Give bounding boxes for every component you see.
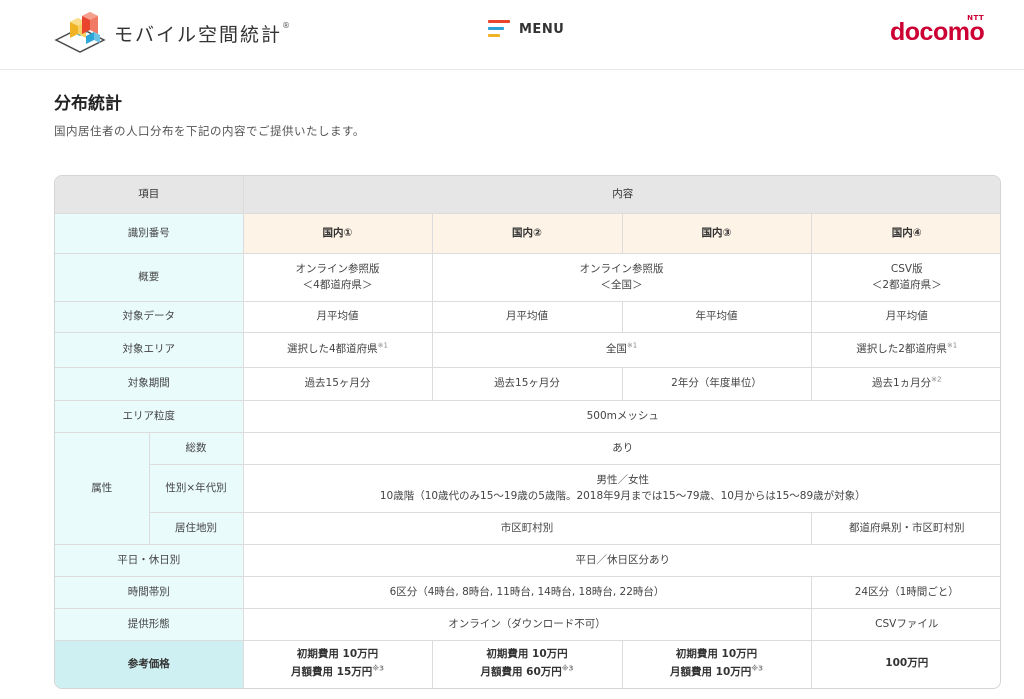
table-cell: 平日／休日区分あり: [242, 543, 1000, 577]
page-description: 国内居住者の人口分布を下記の内容でご提供いたします。: [54, 124, 365, 138]
table-row: 提供形態 オンライン（ダウンロード不可） CSVファイル: [55, 607, 1000, 641]
row-label: 識別番号: [55, 212, 244, 254]
table-cell: 過去15ヶ月分: [431, 366, 623, 401]
row-label: 提供形態: [55, 607, 244, 641]
table-cell: 選択した2都道府県※1: [810, 331, 1000, 368]
table-cell: 24区分（1時間ごと）: [810, 575, 1000, 609]
table-row: 居住地別 市区町村別 都道府県別・市区町村別: [55, 511, 1000, 545]
table-row: 時間帯別 6区分（4時台, 8時台, 11時台, 14時台, 18時台, 22時…: [55, 575, 1000, 609]
table-cell: CSV版 ＜2都道府県＞: [810, 252, 1000, 302]
spec-table: 項目 内容 識別番号 国内① 国内② 国内③ 国内④ 概要 オンライン参照版 ＜4…: [54, 175, 1001, 689]
isometric-blocks-icon: [54, 12, 106, 53]
menu-label: MENU: [519, 21, 565, 37]
row-label: 対象期間: [55, 366, 244, 401]
table-cell: 市区町村別: [242, 511, 812, 545]
docomo-ntt-label: NTT: [967, 14, 985, 22]
header-item: 項目: [55, 176, 244, 214]
docomo-wordmark: docomo: [890, 18, 985, 46]
price-cell: 100万円: [810, 639, 1000, 688]
footnote-mark: ※2: [931, 375, 942, 384]
row-label: 性別×年代別: [149, 463, 244, 513]
row-label: 参考価格: [55, 639, 244, 688]
table-row: 参考価格 初期費用 10万円 月額費用 15万円※3 初期費用 10万円 月額費用 …: [55, 639, 1000, 688]
table-cell: 500mメッシュ: [242, 399, 1000, 433]
table-row: 対象エリア 選択した4都道府県※1 全国※1 選択した2都道府県※1: [55, 331, 1000, 368]
row-group-label: 属性: [55, 431, 150, 545]
plan-id-2: 国内②: [431, 212, 623, 254]
price-cell: 初期費用 10万円 月額費用 10万円※3: [621, 639, 812, 688]
table-row: 識別番号 国内① 国内② 国内③ 国内④: [55, 212, 1000, 254]
plan-id-4: 国内④: [810, 212, 1000, 254]
table-cell: オンライン（ダウンロード不可）: [242, 607, 812, 641]
site-logo[interactable]: モバイル空間統計 ®: [52, 12, 290, 54]
footnote-mark: ※3: [561, 664, 574, 673]
menu-button[interactable]: MENU: [488, 20, 564, 38]
row-label: 対象データ: [55, 300, 244, 333]
table-cell: 全国※1: [431, 331, 812, 368]
footnote-mark: ※1: [946, 341, 958, 350]
table-cell: CSVファイル: [810, 607, 1000, 641]
registered-mark: ®: [282, 20, 291, 30]
row-label: 概要: [55, 252, 244, 302]
row-label: 対象エリア: [55, 331, 244, 368]
table-cell: 月平均値: [242, 300, 433, 333]
footnote-mark: ※3: [751, 664, 763, 673]
table-row: 概要 オンライン参照版 ＜4都道府県＞ オンライン参照版 ＜全国＞ CSV版 ＜2都道…: [55, 252, 1000, 302]
table-cell: 6区分（4時台, 8時台, 11時台, 14時台, 18時台, 22時台）: [242, 575, 812, 609]
price-cell: 初期費用 10万円 月額費用 15万円※3: [242, 639, 433, 688]
plan-id-3: 国内③: [621, 212, 812, 254]
table-cell: 月平均値: [431, 300, 623, 333]
site-header: モバイル空間統計 ® MENU NTT docomo: [0, 0, 1024, 70]
footnote-mark: ※3: [372, 664, 384, 673]
table-cell: 年平均値: [621, 300, 812, 333]
row-label: 時間帯別: [55, 575, 244, 609]
table-row: 対象データ 月平均値 月平均値 年平均値 月平均値: [55, 300, 1000, 333]
table-cell: 月平均値: [810, 300, 1000, 333]
table-row: エリア粒度 500mメッシュ: [55, 399, 1000, 433]
table-row: 属性 総数 あり: [55, 431, 1000, 545]
price-cell: 初期費用 10万円 月額費用 60万円※3: [431, 639, 623, 688]
table-cell: 選択した4都道府県※1: [242, 331, 433, 368]
row-label: 総数: [148, 431, 244, 465]
table-cell: 過去15ヶ月分: [242, 366, 433, 401]
table-cell: 都道府県別・市区町村別: [810, 511, 1000, 545]
table-cell: あり: [242, 431, 1000, 465]
row-label: 居住地別: [149, 511, 244, 545]
table-cell: 2年分（年度単位）: [621, 366, 812, 401]
table-row: 対象期間 過去15ヶ月分 過去15ヶ月分 2年分（年度単位） 過去1ヵ月分※2: [55, 366, 1000, 401]
page-title: 分布統計: [54, 94, 122, 114]
table-cell: 過去1ヵ月分※2: [810, 366, 1000, 401]
footnote-mark: ※1: [377, 341, 388, 350]
table-cell: 男性／女性 10歳階（10歳代のみ15～19歳の5歳階。2018年9月までは15～…: [242, 463, 1000, 513]
row-label: 平日・休日別: [55, 543, 244, 577]
table-row: 性別×年代別 男性／女性 10歳階（10歳代のみ15～19歳の5歳階。2018年9…: [55, 463, 1000, 513]
row-label: エリア粒度: [55, 399, 244, 433]
docomo-logo[interactable]: NTT docomo: [890, 14, 985, 47]
header-content: 内容: [242, 176, 1000, 214]
logo-text: モバイル空間統計: [114, 23, 283, 46]
table-row: 平日・休日別 平日／休日区分あり: [55, 543, 1000, 577]
footnote-mark: ※1: [626, 341, 638, 350]
table-cell: オンライン参照版 ＜4都道府県＞: [242, 252, 433, 302]
table-cell: オンライン参照版 ＜全国＞: [431, 252, 812, 302]
table-header-row: 項目 内容: [55, 176, 1000, 214]
plan-id-1: 国内①: [242, 212, 433, 254]
hamburger-icon: [488, 20, 510, 38]
